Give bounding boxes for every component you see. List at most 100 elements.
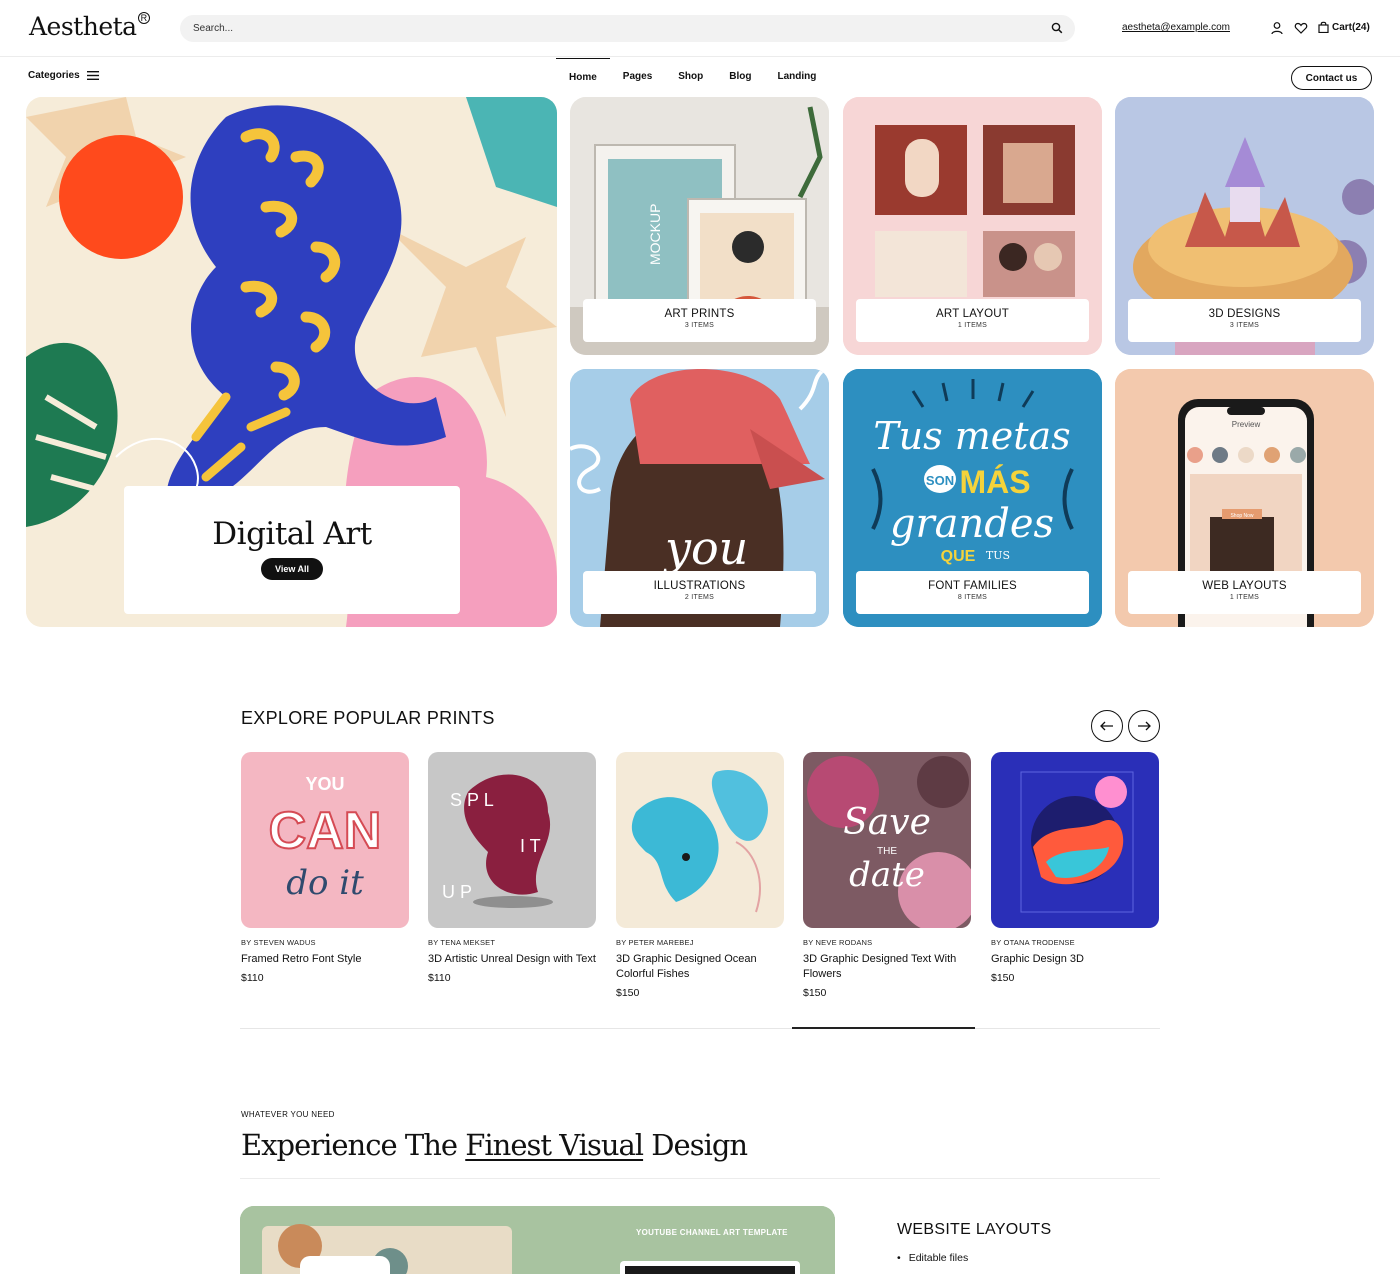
headline-part: Experience The [241, 1128, 466, 1162]
product-art-text: S P L [450, 790, 494, 810]
product-artwork: YOU CAN do it [241, 752, 409, 928]
lettering-que: QUE [941, 548, 976, 565]
email-link[interactable]: aestheta@example.com [1122, 22, 1230, 33]
product-image[interactable]: Save THE date [803, 752, 971, 928]
category-label: FONT FAMILIES 8 ITEMS [856, 571, 1089, 614]
lettering-line-2: grandes [890, 501, 1054, 547]
product-price: $150 [991, 972, 1015, 984]
carousel-next-button[interactable] [1128, 710, 1160, 742]
product-name[interactable]: Graphic Design 3D [991, 952, 1159, 967]
illustration-lettering: you [663, 521, 748, 575]
product-author: BY TENA MEKSET [428, 938, 496, 947]
digital-art-title: Digital Art [212, 516, 372, 552]
feature-artwork [240, 1206, 835, 1274]
carousel-scrollbar-thumb[interactable] [792, 1027, 975, 1029]
product-card[interactable]: Save THE date BY NEVE RODANS 3D Graphic … [803, 752, 971, 999]
arrow-right-icon [1138, 721, 1151, 731]
nav-landing[interactable]: Landing [764, 58, 829, 88]
product-card[interactable]: BY PETER MAREBEJ 3D Graphic Designed Oce… [616, 752, 784, 999]
lettering-mas: MÁS [959, 464, 1030, 500]
lettering-tus: TUS [986, 549, 1010, 562]
carousel-track [240, 1028, 1160, 1029]
categories-menu[interactable]: Categories [28, 70, 99, 81]
digital-art-card: Digital Art View All [124, 486, 460, 614]
product-art-text: CAN [269, 802, 382, 860]
mockup-text: MOCKUP [647, 204, 663, 265]
product-name[interactable]: 3D Graphic Designed Text With Flowers [803, 952, 971, 982]
product-card[interactable]: BY OTANA TRODENSE Graphic Design 3D $150 [991, 752, 1159, 984]
category-title: WEB LAYOUTS [1202, 580, 1287, 592]
feature-image[interactable]: YOUTUBE CHANNEL ART TEMPLATE [240, 1206, 835, 1274]
user-icon[interactable] [1270, 21, 1284, 35]
category-label: ILLUSTRATIONS 2 ITEMS [583, 571, 816, 614]
cart-label: Cart(24) [1332, 21, 1370, 33]
product-card[interactable]: S P L I T U P BY TENA MEKSET 3D Artistic… [428, 752, 596, 984]
category-title: FONT FAMILIES [928, 580, 1017, 592]
product-image[interactable] [991, 752, 1159, 928]
view-all-button[interactable]: View All [260, 558, 323, 580]
product-artwork: S P L I T U P [428, 752, 596, 928]
category-tile-3d-designs[interactable]: 3D DESIGNS 3 ITEMS [1115, 97, 1374, 355]
category-label: 3D DESIGNS 3 ITEMS [1128, 299, 1361, 342]
carousel-prev-button[interactable] [1091, 710, 1123, 742]
main-nav-bar: Categories Home Pages Shop Blog Landing … [0, 58, 1400, 96]
category-tile-font-families[interactable]: Tus metas SON MÁS grandes QUE TUS FONT F… [843, 369, 1102, 627]
category-tile-art-layout[interactable]: ART LAYOUT 1 ITEMS [843, 97, 1102, 355]
contact-us-button[interactable]: Contact us [1291, 66, 1372, 90]
product-name[interactable]: 3D Graphic Designed Ocean Colorful Fishe… [616, 952, 784, 982]
product-artwork: Save THE date [803, 752, 971, 928]
digital-art-tile[interactable]: Digital Art View All [26, 97, 557, 627]
category-title: ART LAYOUT [936, 308, 1009, 320]
product-art-text: Save [843, 802, 931, 843]
product-name[interactable]: Framed Retro Font Style [241, 952, 409, 967]
section-headline: Experience The Finest Visual Design [241, 1128, 748, 1162]
feature-image-label: YOUTUBE CHANNEL ART TEMPLATE [636, 1228, 788, 1237]
product-image[interactable]: S P L I T U P [428, 752, 596, 928]
product-price: $110 [241, 972, 264, 984]
category-count: 2 ITEMS [684, 594, 715, 601]
popular-prints-title: EXPLORE POPULAR PRINTS [241, 708, 495, 728]
categories-label: Categories [28, 70, 80, 81]
category-title: 3D DESIGNS [1208, 308, 1281, 320]
product-artwork [991, 752, 1159, 928]
list-item: Editable files [897, 1252, 969, 1264]
search-icon[interactable] [1051, 22, 1063, 34]
product-image[interactable]: YOU CAN do it [241, 752, 409, 928]
product-image[interactable] [616, 752, 784, 928]
website-layouts-list: Editable files [897, 1252, 969, 1264]
product-name[interactable]: 3D Artistic Unreal Design with Text [428, 952, 596, 967]
product-card[interactable]: YOU CAN do it BY STEVEN WADUS Framed Ret… [241, 752, 409, 984]
heart-icon[interactable] [1294, 21, 1308, 35]
nav-pages[interactable]: Pages [610, 58, 665, 88]
logo[interactable]: Aestheta R [29, 12, 150, 41]
phone-shop-button: Shop Now [1230, 513, 1253, 519]
category-count: 8 ITEMS [957, 594, 988, 601]
nav-shop[interactable]: Shop [665, 58, 716, 88]
product-art-text: YOU [305, 774, 344, 794]
nav-home[interactable]: Home [556, 58, 610, 88]
arrow-left-icon [1100, 721, 1113, 731]
headline-part: Design [643, 1128, 748, 1162]
category-title: ILLUSTRATIONS [653, 580, 746, 592]
cart-button[interactable]: Cart(24) [1318, 21, 1370, 33]
phone-preview-text: Preview [1232, 420, 1261, 429]
category-count: 3 ITEMS [684, 322, 715, 329]
product-art-text: I T [520, 836, 541, 856]
registered-mark: R [137, 12, 150, 24]
search-input[interactable] [193, 15, 1033, 42]
product-art-text: do it [286, 863, 364, 903]
category-count: 1 ITEMS [957, 322, 988, 329]
product-price: $150 [803, 987, 827, 999]
category-tile-illustrations[interactable]: you ILLUSTRATIONS 2 ITEMS [570, 369, 829, 627]
product-author: BY OTANA TRODENSE [991, 938, 1075, 947]
product-artwork [616, 752, 784, 928]
category-tile-web-layouts[interactable]: Preview Shop Now WEB LAYOUTS 1 ITEMS [1115, 369, 1374, 627]
category-title: ART PRINTS [664, 308, 735, 320]
nav-blog[interactable]: Blog [716, 58, 764, 88]
product-author: BY NEVE RODANS [803, 938, 873, 947]
bag-icon [1318, 21, 1329, 33]
lettering-son: SON [926, 473, 954, 488]
category-tile-art-prints[interactable]: MOCKUP ART PRINTS 3 ITEMS [570, 97, 829, 355]
category-label: ART LAYOUT 1 ITEMS [856, 299, 1089, 342]
website-layouts-title: WEBSITE LAYOUTS [897, 1221, 1052, 1238]
